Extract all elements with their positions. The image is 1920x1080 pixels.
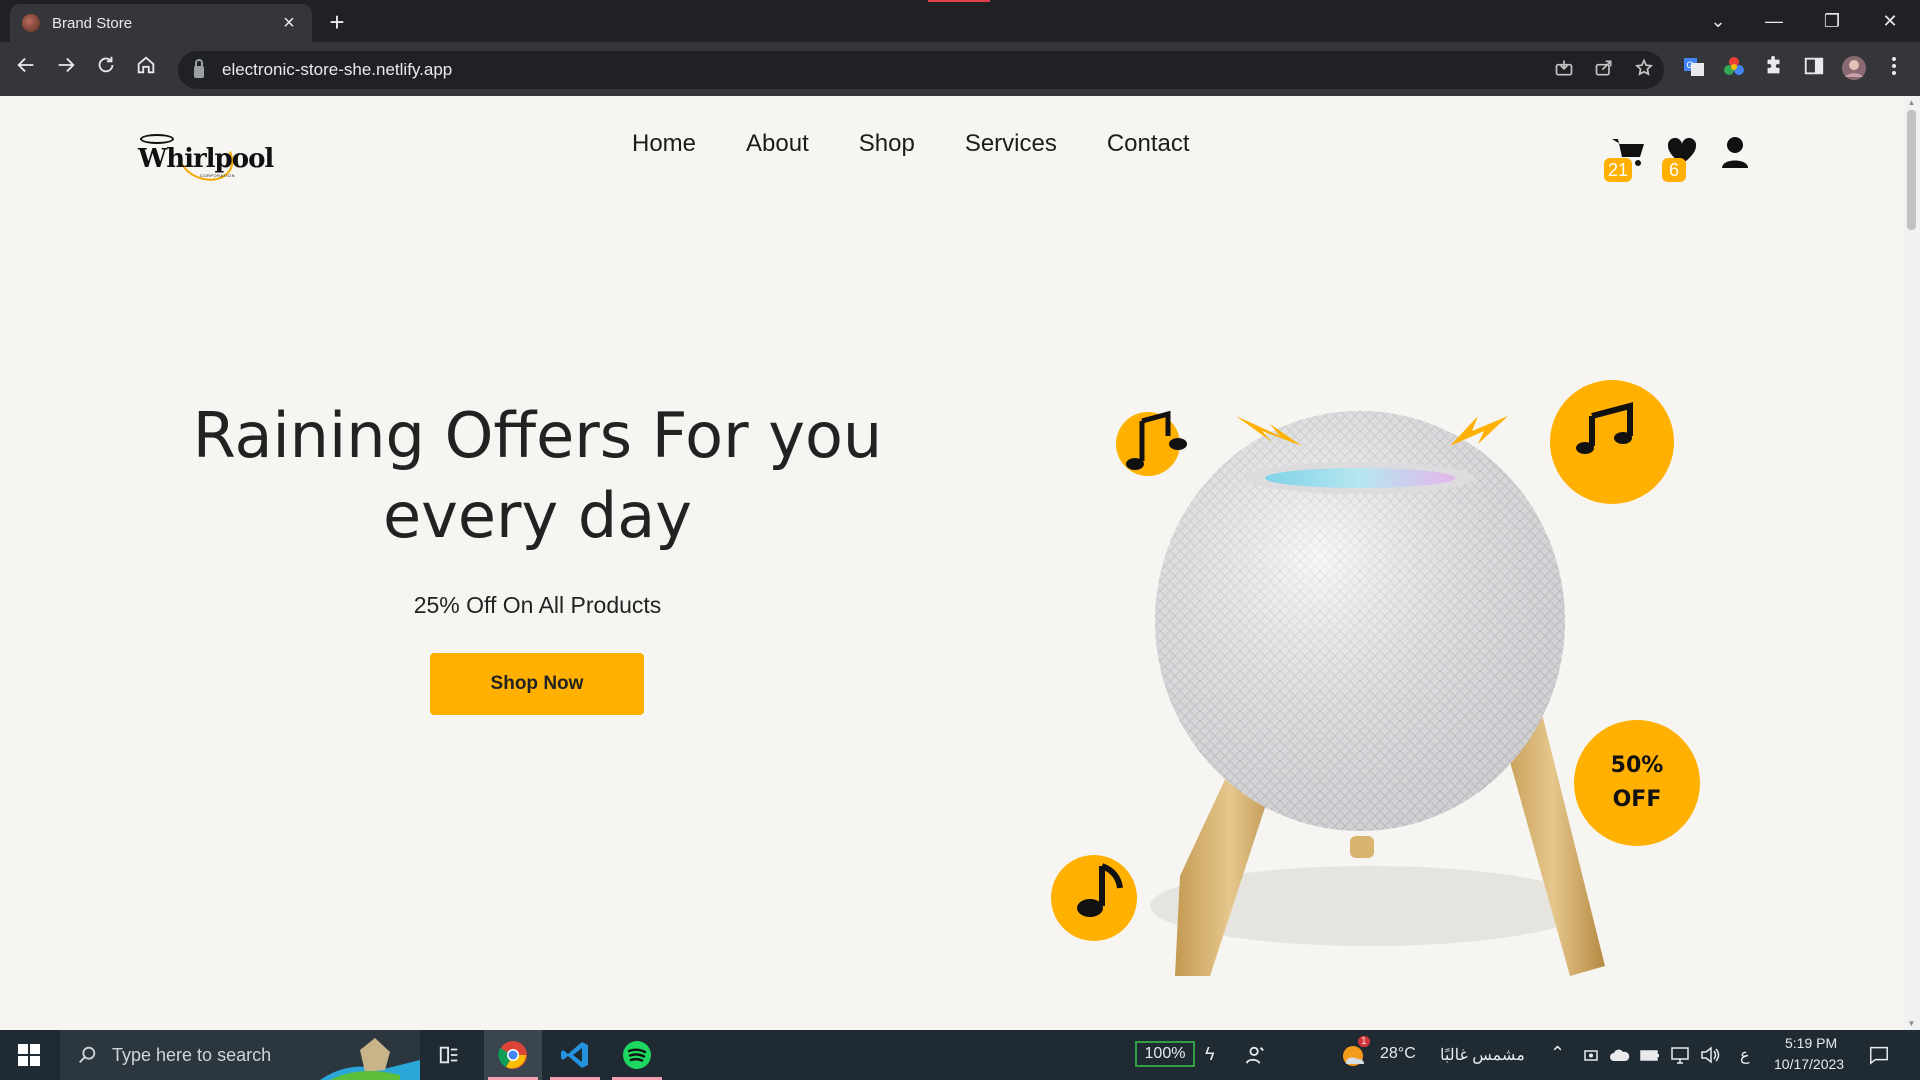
meet-now-icon[interactable] <box>1582 1046 1600 1064</box>
nav-contact[interactable]: Contact <box>1107 130 1190 158</box>
charging-icon: ϟ <box>1205 1044 1215 1064</box>
translate-icon[interactable]: G <box>1680 55 1708 83</box>
scroll-down-icon[interactable]: ▼ <box>1907 1019 1916 1028</box>
install-icon[interactable] <box>1544 58 1584 83</box>
windows-taskbar: Type here to search 100% ϟ 1 28°C مشمس غ… <box>0 1030 1920 1080</box>
svg-text:G: G <box>1687 60 1694 70</box>
nav-home[interactable]: Home <box>632 130 696 158</box>
search-placeholder: Type here to search <box>112 1044 272 1065</box>
user-icon <box>1722 137 1748 168</box>
browser-tab[interactable]: Brand Store × <box>10 4 312 42</box>
nav-services[interactable]: Services <box>965 130 1057 158</box>
whirlpool-logo[interactable]: Whirlpool CORPORATION <box>138 127 274 189</box>
extensions-puzzle-icon[interactable] <box>1760 55 1788 83</box>
account-button[interactable] <box>1720 136 1760 176</box>
browser-toolbar: electronic-store-she.netlify.app G <box>0 42 1920 96</box>
hero-speaker-illustration <box>1051 380 1674 976</box>
search-icon <box>79 1046 96 1063</box>
battery-indicator[interactable]: 100% <box>1135 1041 1195 1067</box>
color-picker-icon[interactable] <box>1720 55 1748 83</box>
bookmark-star-icon[interactable] <box>1624 58 1664 83</box>
scroll-up-icon[interactable]: ▲ <box>1907 98 1916 107</box>
clock-time[interactable]: 5:19 PM <box>1785 1035 1837 1051</box>
tray-chevron-icon[interactable]: ⌃ <box>1550 1043 1565 1064</box>
forward-icon[interactable] <box>50 53 82 85</box>
nav-about[interactable]: About <box>746 130 809 158</box>
close-window-button[interactable]: ✕ <box>1868 6 1912 36</box>
hero-subline: 25% Off On All Products <box>413 592 662 618</box>
promo-badge: 50% OFF <box>1574 720 1700 846</box>
taskbar-chrome[interactable] <box>484 1030 542 1080</box>
task-view-button[interactable] <box>420 1030 478 1080</box>
weather-temp[interactable]: 28°C <box>1380 1045 1416 1063</box>
weather-alert-badge: 1 <box>1358 1036 1370 1047</box>
profile-avatar-icon[interactable] <box>1840 55 1868 83</box>
onedrive-cloud-icon[interactable] <box>1610 1047 1630 1063</box>
people-icon[interactable] <box>1244 1044 1266 1066</box>
input-language[interactable]: ع <box>1740 1045 1750 1065</box>
task-view-icon <box>439 1046 458 1064</box>
cart-count-badge: 21 <box>1604 158 1633 182</box>
tab-strip: Brand Store × + ⌄ — ❐ ✕ <box>0 0 1920 42</box>
tab-search-button[interactable]: ⌄ <box>1696 6 1740 36</box>
network-icon[interactable] <box>1670 1046 1690 1064</box>
cart-button[interactable]: 21 <box>1604 136 1650 182</box>
address-bar[interactable]: electronic-store-she.netlify.app <box>178 51 1664 89</box>
hero-headline-line2: every day <box>383 479 692 552</box>
tab-close-icon[interactable]: × <box>278 12 300 35</box>
logo-ring-shape <box>140 134 174 144</box>
spotify-icon <box>623 1041 651 1069</box>
nav-shop[interactable]: Shop <box>859 130 915 158</box>
media-indicator <box>928 0 990 2</box>
web-page: Whirlpool CORPORATION Home About Shop Se… <box>0 96 1903 1030</box>
home-icon[interactable] <box>130 53 162 85</box>
scroll-thumb[interactable] <box>1907 110 1916 230</box>
logo-subtext: CORPORATION <box>200 173 235 178</box>
side-panel-icon[interactable] <box>1800 55 1828 83</box>
taskbar-vscode[interactable] <box>546 1030 604 1080</box>
promo-off: OFF <box>1612 787 1662 812</box>
lock-icon[interactable] <box>194 59 204 78</box>
hero-headline-line1: Raining Offers For you <box>192 399 883 472</box>
hero-headline: Raining Offers For you every day <box>140 396 935 556</box>
clock-date[interactable]: 10/17/2023 <box>1774 1056 1844 1072</box>
windows-start-icon[interactable] <box>18 1044 40 1066</box>
weather-desc[interactable]: مشمس غالبًا <box>1440 1045 1525 1065</box>
logo-text: Whirlpool <box>138 144 274 174</box>
shop-now-button[interactable]: Shop Now <box>430 653 644 715</box>
menu-kebab-icon[interactable] <box>1880 55 1908 83</box>
battery-tray-icon[interactable] <box>1640 1047 1660 1063</box>
share-icon[interactable] <box>1584 58 1624 83</box>
main-nav: Home About Shop Services Contact <box>632 130 1190 158</box>
taskbar-search[interactable]: Type here to search <box>60 1030 420 1080</box>
tab-favicon-icon <box>22 14 40 32</box>
reload-icon[interactable] <box>90 53 122 85</box>
notifications-icon[interactable] <box>1868 1044 1890 1066</box>
vscode-icon <box>561 1042 588 1068</box>
minimize-button[interactable]: — <box>1752 6 1796 36</box>
new-tab-button[interactable]: + <box>322 8 352 38</box>
volume-icon[interactable] <box>1700 1046 1720 1064</box>
wishlist-count-badge: 6 <box>1662 158 1686 182</box>
search-highlight-icon <box>320 1038 420 1080</box>
tab-title: Brand Store <box>52 14 133 32</box>
promo-percent: 50% <box>1610 753 1664 778</box>
url-text[interactable]: electronic-store-she.netlify.app <box>222 60 1544 80</box>
chrome-icon <box>498 1041 527 1069</box>
page-scrollbar[interactable]: ▲ ▼ <box>1903 96 1920 1030</box>
back-icon[interactable] <box>10 53 42 85</box>
restore-button[interactable]: ❐ <box>1810 6 1854 36</box>
taskbar-spotify[interactable] <box>608 1030 666 1080</box>
wishlist-button[interactable]: 6 <box>1662 136 1706 182</box>
